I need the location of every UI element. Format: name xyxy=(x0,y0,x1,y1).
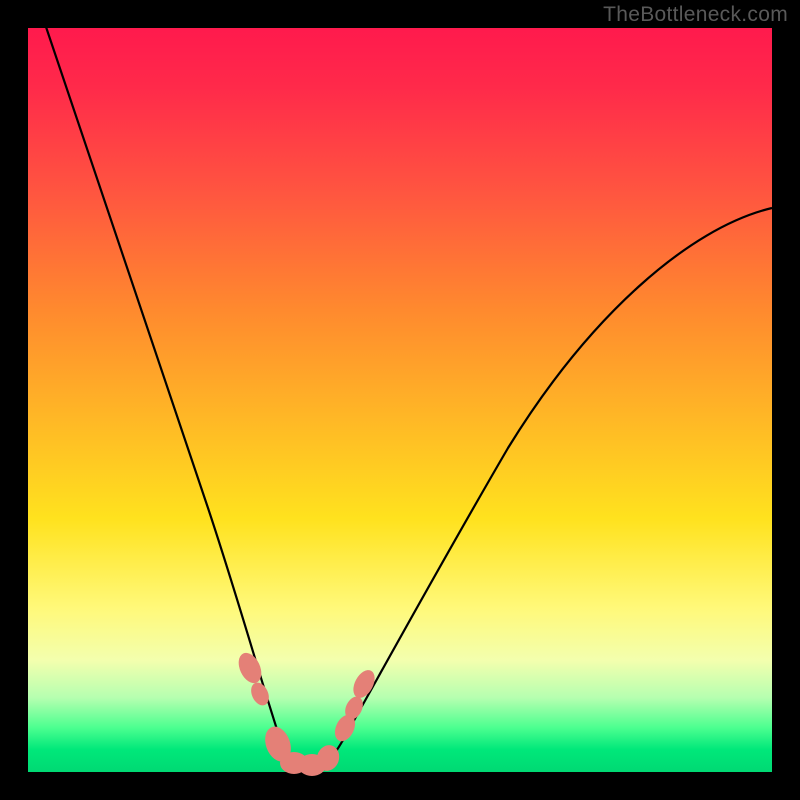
watermark-text: TheBottleneck.com xyxy=(603,3,788,27)
bottleneck-curve-path xyxy=(43,18,772,770)
plot-gradient-background xyxy=(28,28,772,772)
chart-frame xyxy=(18,18,782,782)
bottleneck-curve-svg xyxy=(28,28,772,772)
curve-marker-group xyxy=(234,649,379,776)
